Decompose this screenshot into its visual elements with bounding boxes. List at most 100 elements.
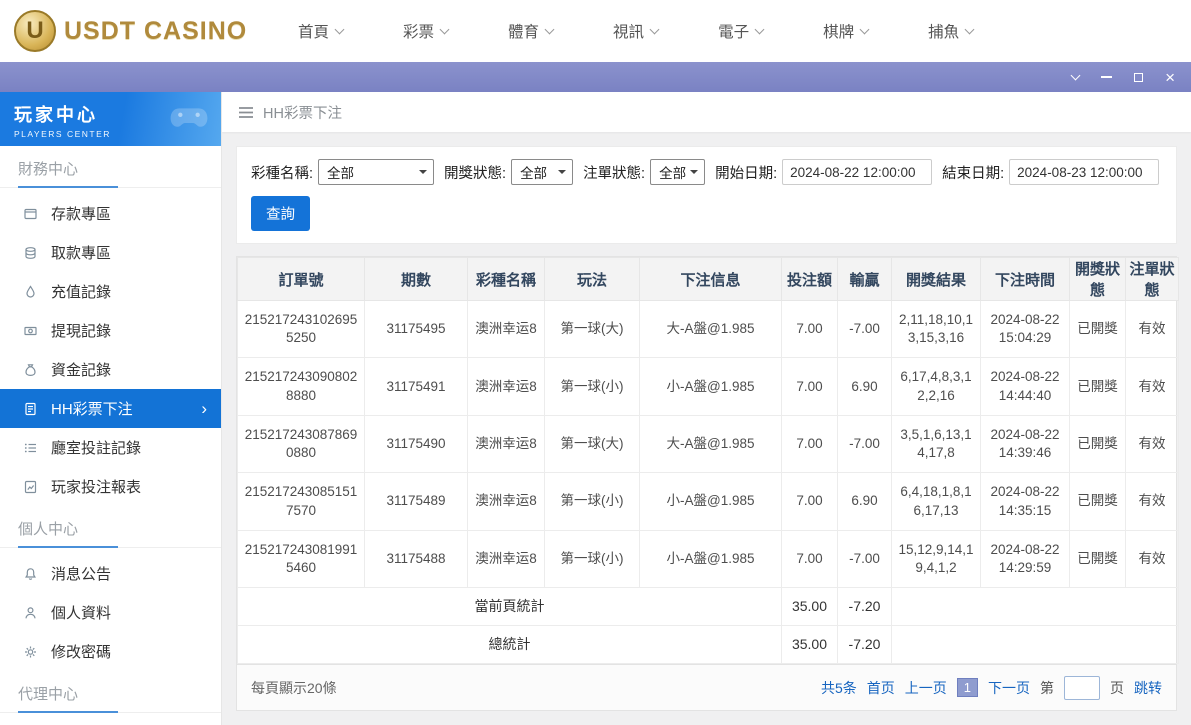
sidebar-item-funds-record[interactable]: 資金記錄 bbox=[0, 350, 221, 389]
sidebar-item-profile[interactable]: 個人資料 bbox=[0, 593, 221, 632]
list-icon bbox=[22, 441, 38, 455]
menu-item-sports[interactable]: 體育 bbox=[508, 20, 553, 42]
players-center-header: 玩家中心 PLAYERS CENTER bbox=[0, 92, 221, 146]
chevron-down-icon bbox=[545, 24, 555, 34]
jump-suffix-label: 页 bbox=[1110, 678, 1124, 698]
bell-icon bbox=[22, 567, 38, 581]
window-chevron-button[interactable] bbox=[1072, 62, 1079, 92]
sidebar-item-withdraw[interactable]: 取款專區 bbox=[0, 233, 221, 272]
menu-item-chess[interactable]: 棋牌 bbox=[823, 20, 868, 42]
cell-lottery: 澳洲幸运8 bbox=[468, 530, 545, 587]
table-header-row: 訂單號 期數 彩種名稱 玩法 下注信息 投注額 輸贏 開獎結果 下注時間 開獎狀… bbox=[238, 258, 1179, 301]
col-order-no: 訂單號 bbox=[238, 258, 365, 301]
search-button[interactable]: 查詢 bbox=[251, 196, 310, 231]
col-bet-info: 下注信息 bbox=[640, 258, 782, 301]
col-win-loss: 輸贏 bbox=[838, 258, 892, 301]
menu-item-fishing[interactable]: 捕魚 bbox=[928, 20, 973, 42]
cell-period: 31175495 bbox=[365, 301, 468, 358]
cell-amount: 7.00 bbox=[782, 530, 838, 587]
money-bag-icon bbox=[22, 363, 38, 377]
report-icon bbox=[22, 480, 38, 494]
minimize-icon bbox=[1101, 76, 1112, 78]
bets-table: 訂單號 期數 彩種名稱 玩法 下注信息 投注額 輸贏 開獎結果 下注時間 開獎狀… bbox=[236, 256, 1177, 665]
cell-period: 31175489 bbox=[365, 473, 468, 530]
cell-win-loss: -7.00 bbox=[838, 530, 892, 587]
menu-item-home[interactable]: 首頁 bbox=[298, 20, 343, 42]
cell-period: 31175488 bbox=[365, 530, 468, 587]
summary-amount: 35.00 bbox=[782, 626, 838, 664]
sidebar-item-deposit[interactable]: 存款專區 bbox=[0, 194, 221, 233]
cell-order-no: 2152172430819915460 bbox=[238, 530, 365, 587]
menu-item-lottery[interactable]: 彩票 bbox=[403, 20, 448, 42]
cell-draw-status: 已開獎 bbox=[1070, 473, 1126, 530]
summary-empty bbox=[892, 588, 1179, 626]
logo: U USDT CASINO bbox=[14, 10, 266, 52]
cell-bet-time: 2024-08-22 14:35:15 bbox=[981, 473, 1070, 530]
cell-order-status: 有效 bbox=[1126, 473, 1179, 530]
sidebar-item-withdrawal-record[interactable]: 提現記錄 bbox=[0, 311, 221, 350]
jump-button[interactable]: 跳转 bbox=[1134, 678, 1162, 698]
end-date-input[interactable] bbox=[1009, 159, 1159, 185]
lottery-select[interactable]: 全部 bbox=[318, 159, 434, 185]
col-result: 開獎結果 bbox=[892, 258, 981, 301]
summary-label: 當前頁統計 bbox=[238, 588, 782, 626]
filter-panel: 彩種名稱: 全部 開獎狀態: 全部 注單狀態: 全部 開始日期: 結束日期: 查… bbox=[236, 146, 1177, 244]
menu-item-electronic[interactable]: 電子 bbox=[718, 20, 763, 42]
cell-bet-info: 小-A盤@1.985 bbox=[640, 473, 782, 530]
cell-result: 6,4,18,1,8,16,17,13 bbox=[892, 473, 981, 530]
chevron-down-icon bbox=[440, 24, 450, 34]
cell-draw-status: 已開獎 bbox=[1070, 301, 1126, 358]
cell-bet-time: 2024-08-22 14:44:40 bbox=[981, 358, 1070, 415]
minimize-button[interactable] bbox=[1101, 62, 1112, 92]
draw-status-label: 開獎狀態: bbox=[444, 162, 506, 183]
cell-order-no: 2152172430851517570 bbox=[238, 473, 365, 530]
cell-order-status: 有效 bbox=[1126, 358, 1179, 415]
sidebar-item-player-bet-report[interactable]: 玩家投注報表 bbox=[0, 467, 221, 506]
cell-win-loss: 6.90 bbox=[838, 473, 892, 530]
recharge-drop-icon bbox=[22, 285, 38, 299]
cell-lottery: 澳洲幸运8 bbox=[468, 358, 545, 415]
prev-page-link[interactable]: 上一页 bbox=[905, 678, 947, 698]
menu-item-video[interactable]: 視訊 bbox=[613, 20, 658, 42]
jump-page-input[interactable] bbox=[1064, 676, 1100, 700]
chevron-down-icon bbox=[1071, 70, 1081, 80]
cell-order-status: 有效 bbox=[1126, 415, 1179, 472]
sidebar-item-hall-bet-records[interactable]: 廳室投註記錄 bbox=[0, 428, 221, 467]
banknote-icon bbox=[22, 324, 38, 338]
total-summary-row: 總統計 35.00 -7.20 bbox=[238, 626, 1179, 664]
current-page[interactable]: 1 bbox=[957, 678, 978, 697]
start-date-label: 開始日期: bbox=[715, 162, 777, 183]
next-page-link[interactable]: 下一页 bbox=[988, 678, 1030, 698]
cell-bet-info: 小-A盤@1.985 bbox=[640, 358, 782, 415]
cell-period: 31175491 bbox=[365, 358, 468, 415]
start-date-input[interactable] bbox=[782, 159, 932, 185]
table-row: 2152172430878690880 31175490 澳洲幸运8 第一球(大… bbox=[238, 415, 1179, 472]
sidebar-item-change-password[interactable]: 修改密碼 bbox=[0, 632, 221, 671]
cell-bet-time: 2024-08-22 14:39:46 bbox=[981, 415, 1070, 472]
section-personal-center: 個人中心 bbox=[0, 506, 221, 548]
cell-lottery: 澳洲幸运8 bbox=[468, 301, 545, 358]
cell-result: 2,11,18,10,13,15,3,16 bbox=[892, 301, 981, 358]
cell-play: 第一球(小) bbox=[545, 530, 640, 587]
draw-status-select[interactable]: 全部 bbox=[511, 159, 573, 185]
players-center-subtitle: PLAYERS CENTER bbox=[14, 129, 207, 139]
first-page-link[interactable]: 首页 bbox=[867, 678, 895, 698]
lottery-name-label: 彩種名稱: bbox=[251, 162, 313, 183]
person-icon bbox=[22, 606, 38, 620]
maximize-button[interactable] bbox=[1134, 62, 1143, 92]
col-order-status: 注單狀態 bbox=[1126, 258, 1179, 301]
maximize-icon bbox=[1134, 73, 1143, 82]
table-row: 2152172431026955250 31175495 澳洲幸运8 第一球(大… bbox=[238, 301, 1179, 358]
hamburger-icon[interactable] bbox=[238, 106, 254, 119]
summary-win-loss: -7.20 bbox=[838, 626, 892, 664]
sidebar-item-recharge-record[interactable]: 充值記錄 bbox=[0, 272, 221, 311]
logo-coin-icon: U bbox=[14, 10, 56, 52]
order-status-select[interactable]: 全部 bbox=[650, 159, 705, 185]
sidebar-item-hh-lottery-bets[interactable]: HH彩票下注 › bbox=[0, 389, 221, 428]
close-button[interactable]: × bbox=[1165, 62, 1175, 92]
col-amount: 投注額 bbox=[782, 258, 838, 301]
cell-amount: 7.00 bbox=[782, 415, 838, 472]
chevron-down-icon bbox=[860, 24, 870, 34]
deposit-card-icon bbox=[22, 207, 38, 221]
sidebar-item-announcements[interactable]: 消息公告 bbox=[0, 554, 221, 593]
